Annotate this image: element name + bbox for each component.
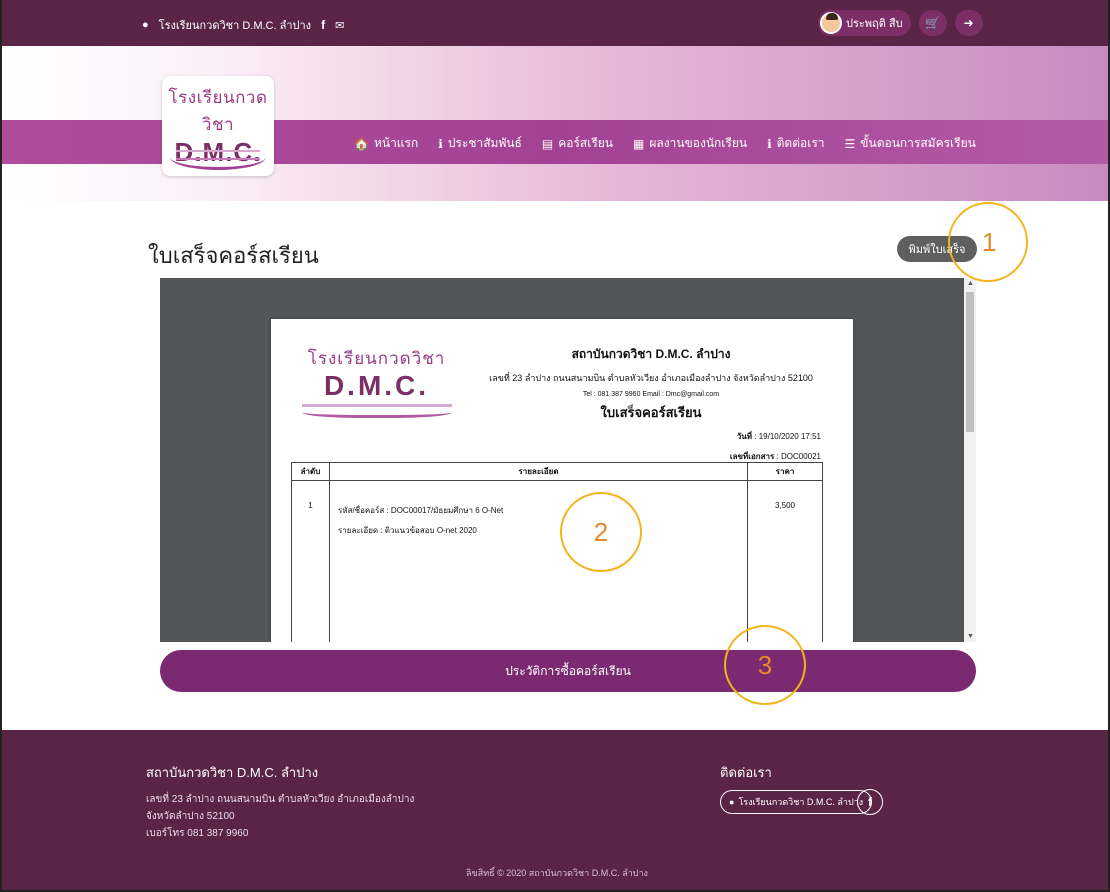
receipt-logo-top: โรงเรียนกวดวิชา (307, 349, 446, 368)
footer-facebook-button[interactable]: f (857, 789, 883, 815)
scroll-down-icon[interactable]: ▼ (967, 633, 974, 640)
home-icon: 🏠 (354, 136, 369, 151)
top-bar-right: ประพฤติ สืบ 🛒 ➜ (818, 10, 983, 36)
envelope-icon[interactable]: ✉ (335, 19, 344, 32)
scroll-up-icon[interactable]: ▲ (967, 280, 974, 287)
info-icon: ℹ (767, 136, 772, 151)
logo-text-top: โรงเรียนกวดวิชา (168, 88, 268, 134)
receipt-document: โรงเรียนกวดวิชา D.M.C. สถาบันกวดวิชา D.M… (271, 319, 853, 642)
nav-item-label: ติดต่อเรา (776, 136, 825, 150)
site-logo[interactable]: โรงเรียนกวดวิชา D.M.C. (162, 76, 274, 176)
receipt-doc-title: ใบเสร็จคอร์สเรียน (600, 405, 702, 420)
receipt-date-label: วันที่ (736, 432, 753, 441)
user-menu[interactable]: ประพฤติ สืบ (818, 10, 911, 36)
footer-location-label: โรงเรียนกวดวิชา D.M.C. ลำปาง (738, 797, 864, 807)
pdf-viewer[interactable]: โรงเรียนกวดวิชา D.M.C. สถาบันกวดวิชา D.M… (160, 278, 976, 642)
annotation-circle-1: 1 (948, 202, 1028, 282)
annotation-number: 3 (757, 649, 773, 680)
footer-copyright: ลิขสิทธิ์ © 2020 สถาบันกวดวิชา D.M.C. ลำ… (466, 868, 648, 878)
footer-contact-title: ติดต่อเรา (720, 765, 772, 780)
site-footer: สถาบันกวดวิชา D.M.C. ลำปาง เลขที่ 23 ลำป… (2, 730, 1108, 890)
footer-phone: เบอร์โทร 081 387 9960 (146, 828, 249, 839)
nav-item-0[interactable]: 🏠 หน้าแรก (354, 134, 418, 153)
map-marker-icon: ● (142, 19, 149, 31)
nav-item-label: ประชาสัมพันธ์ (447, 136, 522, 150)
nav-item-label: ขั้นตอนการสมัครเรียน (860, 136, 976, 150)
table-row: 1 รหัส/ชื่อคอร์ส : DOC00017/มัธยมศึกษา 6… (292, 481, 822, 642)
info-icon: ℹ (438, 136, 443, 151)
site-header: โรงเรียนกวดวิชา D.M.C. 🏠 หน้าแรก ℹ ประชาสัม… (2, 46, 1108, 201)
nav-item-label: หน้าแรก (373, 136, 419, 150)
receipt-contact: Tel : 081 387 9960 Email : Dmc@gmail.com (582, 391, 720, 398)
annotation-number: 1 (982, 226, 997, 257)
nav-item-3[interactable]: ▦ ผลงานของนักเรียน (633, 134, 747, 153)
row-course-code: รหัส/ชื่อคอร์ส : DOC00017/มัธยมศึกษา 6 O… (338, 506, 504, 515)
logout-button[interactable]: ➜ (954, 10, 983, 36)
logout-icon: ➜ (963, 16, 974, 30)
nav-item-label: ผลงานของนักเรียน (649, 136, 748, 150)
viewer-scrollbar[interactable]: ▲ ▼ (964, 278, 976, 642)
table-header: ลำดับ รายละเอียด ราคา (292, 463, 822, 481)
annotation-number: 2 (593, 516, 609, 547)
newspaper-icon: ▦ (633, 136, 645, 151)
facebook-icon: f (868, 795, 872, 809)
receipt-book-icon (301, 404, 452, 418)
receipt-address: เลขที่ 23 ลำปาง ถนนสนามบิน ตำบลหัวเวียง … (489, 373, 813, 383)
receipt-docno-label: เลขที่เอกสาร (729, 452, 775, 461)
footer-org-name: สถาบันกวดวิชา D.M.C. ลำปาง (146, 765, 319, 780)
map-marker-icon: ● (729, 797, 735, 807)
nav-item-1[interactable]: ℹ ประชาสัมพันธ์ (438, 134, 522, 153)
cart-icon: 🛒 (925, 16, 941, 30)
list-icon: ☰ (844, 136, 856, 151)
school-location-link[interactable]: โรงเรียนกวดวิชา D.M.C. ลำปาง (159, 16, 311, 34)
receipt-logo-main: D.M.C. (323, 370, 430, 401)
footer-address-1: เลขที่ 23 ลำปาง ถนนสนามบิน ตำบลหัวเวียง … (146, 794, 415, 805)
footer-address-2: จังหวัดลำปาง 52100 (146, 811, 235, 822)
main-nav: 🏠 หน้าแรก ℹ ประชาสัมพันธ์ ▤ คอร์สเรียน ▦ ผลงานข… (354, 134, 976, 153)
row-course-detail: รายละเอียด : ติวแนวข้อสอบ O-net 2020 (338, 526, 477, 535)
facebook-icon[interactable]: f (321, 18, 325, 32)
nav-item-label: คอร์สเรียน (558, 136, 614, 150)
receipt-date-value: 19/10/2020 17:51 (758, 432, 821, 441)
nav-item-4[interactable]: ℹ ติดต่อเรา (767, 134, 824, 153)
book-icon: ▤ (541, 136, 554, 151)
receipt-logo: โรงเรียนกวดวิชา D.M.C. (299, 345, 454, 418)
receipt-org-name: สถาบันกวดวิชา D.M.C. ลำปาง (571, 347, 731, 361)
row-detail: รหัส/ชื่อคอร์ส : DOC00017/มัธยมศึกษา 6 O… (330, 481, 748, 642)
page-frame: ● โรงเรียนกวดวิชา D.M.C. ลำปาง f ✉ ประพฤ… (0, 0, 1110, 892)
nav-item-2[interactable]: ▤ คอร์สเรียน (542, 134, 613, 153)
receipt-docno-value: DOC00021 (780, 452, 821, 461)
top-bar-left: ● โรงเรียนกวดวิชา D.M.C. ลำปาง f ✉ (142, 16, 344, 34)
annotation-circle-2: 2 (560, 492, 642, 572)
row-price: 3,500 (774, 501, 796, 510)
receipt-header: สถาบันกวดวิชา D.M.C. ลำปาง เลขที่ 23 ลำป… (461, 345, 841, 423)
user-name: ประพฤติ สืบ (846, 18, 903, 30)
col-header-detail: รายละเอียด (330, 463, 748, 480)
row-no: 1 (292, 481, 330, 642)
purchase-history-button[interactable]: ประวัติการซื้อคอร์สเรียน (160, 650, 976, 692)
avatar (820, 12, 842, 34)
cart-button[interactable]: 🛒 (918, 10, 947, 36)
top-bar: ● โรงเรียนกวดวิชา D.M.C. ลำปาง f ✉ ประพฤ… (2, 0, 1108, 46)
col-header-no: ลำดับ (292, 463, 330, 480)
receipt-meta: วันที่ : 19/10/2020 17:51 เลขที่เอกสาร :… (729, 432, 821, 461)
scroll-thumb[interactable] (966, 292, 974, 432)
page-title: ใบเสร็จคอร์สเรียน (148, 243, 319, 268)
receipt-table: ลำดับ รายละเอียด ราคา 1 รหัส/ชื่อคอร์ส :… (291, 462, 823, 642)
book-icon (170, 144, 266, 170)
nav-item-5[interactable]: ☰ ขั้นตอนการสมัครเรียน (845, 134, 976, 153)
footer-location-link[interactable]: ● โรงเรียนกวดวิชา D.M.C. ลำปาง (720, 790, 873, 814)
annotation-circle-3: 3 (724, 625, 806, 705)
col-header-price: ราคา (775, 467, 795, 476)
